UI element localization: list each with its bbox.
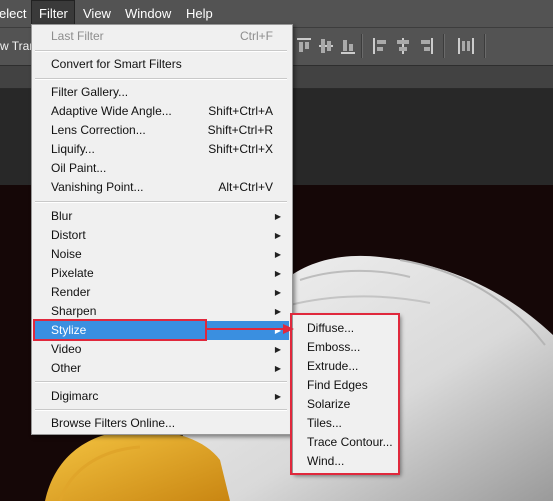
menu-item-filter-gallery[interactable]: Filter Gallery... — [33, 83, 289, 102]
menu-item-label: Digimarc — [51, 389, 99, 403]
toolbar-separator — [484, 34, 486, 58]
annotation-arrow-icon — [205, 324, 294, 334]
menu-item-label: Noise — [51, 247, 82, 261]
menu-item-other[interactable]: Other ▶ — [33, 359, 289, 378]
menu-item-label: Distort — [51, 228, 86, 242]
menu-separator — [35, 201, 287, 203]
submenu-arrow-icon: ▶ — [274, 269, 281, 278]
submenu-arrow-icon: ▶ — [274, 288, 281, 297]
menu-item-label: Sharpen — [51, 304, 97, 318]
menu-item-digimarc[interactable]: Digimarc ▶ — [33, 387, 289, 406]
menu-separator — [35, 78, 287, 80]
shortcut-label: Shift+Ctrl+R — [207, 123, 273, 137]
menu-item-oil-paint[interactable]: Oil Paint... — [33, 159, 289, 178]
menu-separator — [35, 50, 287, 52]
menu-item-last-filter[interactable]: Last Filter Ctrl+F — [33, 27, 289, 46]
shortcut-label: Ctrl+F — [240, 29, 273, 43]
menu-item-distort[interactable]: Distort ▶ — [33, 226, 289, 245]
toolbar-separator — [443, 34, 445, 58]
menu-item-label: Oil Paint... — [51, 161, 107, 175]
menu-item-label: Browse Filters Online... — [51, 416, 176, 430]
menu-select[interactable]: elect — [0, 0, 33, 27]
align-right-icon[interactable] — [418, 36, 434, 56]
menu-item-label: Lens Correction... — [51, 123, 146, 137]
align-left-icon[interactable] — [372, 36, 388, 56]
menu-item-blur[interactable]: Blur ▶ — [33, 207, 289, 226]
align-bottom-icon[interactable] — [340, 36, 356, 56]
shortcut-label: Alt+Ctrl+V — [218, 180, 273, 194]
menu-item-label: Last Filter — [51, 29, 104, 43]
submenu-arrow-icon: ▶ — [274, 231, 281, 240]
distribute-icon[interactable] — [457, 36, 475, 56]
menu-item-label: Filter Gallery... — [51, 85, 129, 99]
menu-item-label: Vanishing Point... — [51, 180, 144, 194]
annotation-box-stylize — [33, 319, 207, 341]
submenu-arrow-icon: ▶ — [274, 364, 281, 373]
submenu-arrow-icon: ▶ — [274, 307, 281, 316]
align-vcenter-icon[interactable] — [318, 36, 334, 56]
menu-item-label: Video — [51, 342, 82, 356]
submenu-arrow-icon: ▶ — [274, 250, 281, 259]
menu-item-convert-smart-filters[interactable]: Convert for Smart Filters — [33, 55, 289, 74]
submenu-arrow-icon: ▶ — [274, 212, 281, 221]
menu-item-label: Render — [51, 285, 91, 299]
align-hcenter-icon[interactable] — [395, 36, 411, 56]
menu-item-label: Liquify... — [51, 142, 95, 156]
toolbar-separator — [361, 34, 363, 58]
submenu-arrow-icon: ▶ — [274, 345, 281, 354]
menu-view[interactable]: View — [76, 0, 118, 27]
menu-item-pixelate[interactable]: Pixelate ▶ — [33, 264, 289, 283]
menu-filter[interactable]: Filter — [31, 0, 75, 27]
menu-item-label: Blur — [51, 209, 73, 223]
submenu-arrow-icon: ▶ — [274, 392, 281, 401]
menu-item-vanishing-point[interactable]: Vanishing Point... Alt+Ctrl+V — [33, 178, 289, 197]
annotation-box-stylize-submenu — [290, 313, 400, 475]
menu-item-label: Adaptive Wide Angle... — [51, 104, 172, 118]
menu-item-browse-filters-online[interactable]: Browse Filters Online... — [33, 414, 289, 433]
shortcut-label: Shift+Ctrl+A — [208, 104, 273, 118]
menu-window[interactable]: Window — [118, 0, 178, 27]
menu-item-lens-correction[interactable]: Lens Correction... Shift+Ctrl+R — [33, 121, 289, 140]
menu-item-adaptive-wide-angle[interactable]: Adaptive Wide Angle... Shift+Ctrl+A — [33, 102, 289, 121]
menu-item-label: Other — [51, 361, 82, 375]
menu-item-noise[interactable]: Noise ▶ — [33, 245, 289, 264]
shortcut-label: Shift+Ctrl+X — [208, 142, 273, 156]
menu-separator — [35, 409, 287, 411]
menu-item-label: Convert for Smart Filters — [51, 57, 182, 71]
menu-item-render[interactable]: Render ▶ — [33, 283, 289, 302]
menu-item-liquify[interactable]: Liquify... Shift+Ctrl+X — [33, 140, 289, 159]
menu-separator — [35, 381, 287, 383]
align-top-icon[interactable] — [296, 36, 312, 56]
menu-item-label: Pixelate — [51, 266, 94, 280]
menu-help[interactable]: Help — [179, 0, 220, 27]
menu-item-video[interactable]: Video ▶ — [33, 340, 289, 359]
filter-menu: Last Filter Ctrl+F Convert for Smart Fil… — [31, 24, 293, 435]
